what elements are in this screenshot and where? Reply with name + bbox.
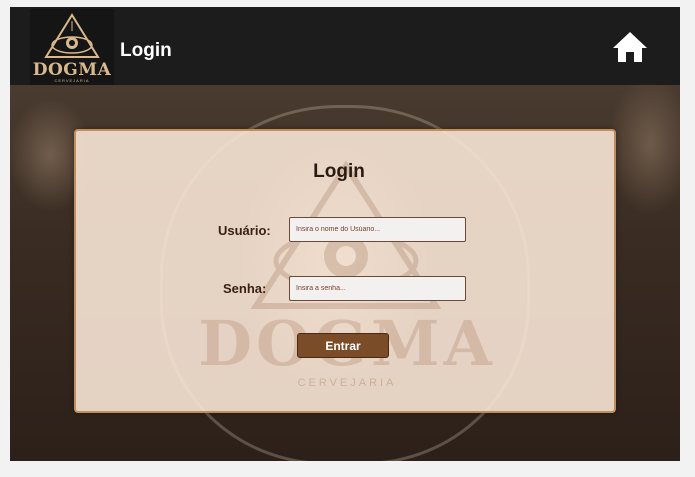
login-panel: DOGMA CERVEJARIA Login Usuário: Senha: E… <box>74 129 616 413</box>
enter-button[interactable]: Entrar <box>297 333 389 358</box>
header-bar: DOGMA CERVEJARIA Login <box>10 7 680 85</box>
eye-triangle-icon <box>44 13 100 58</box>
logo-wordmark: DOGMA <box>32 60 112 80</box>
home-button[interactable] <box>612 31 648 63</box>
username-label: Usuário: <box>218 223 271 238</box>
home-icon <box>613 32 647 62</box>
login-title: Login <box>313 161 365 182</box>
app-frame: DOGMA CERVEJARIA Login DOGMA CERVEJARIA … <box>10 7 680 461</box>
brand-logo: DOGMA CERVEJARIA <box>30 9 114 85</box>
logo-subtext: CERVEJARIA <box>54 78 90 83</box>
page-title: Login <box>120 40 172 61</box>
password-input[interactable] <box>289 276 466 301</box>
username-input[interactable] <box>289 217 466 242</box>
watermark-subtext: CERVEJARIA <box>297 377 397 389</box>
password-label: Senha: <box>223 281 267 296</box>
